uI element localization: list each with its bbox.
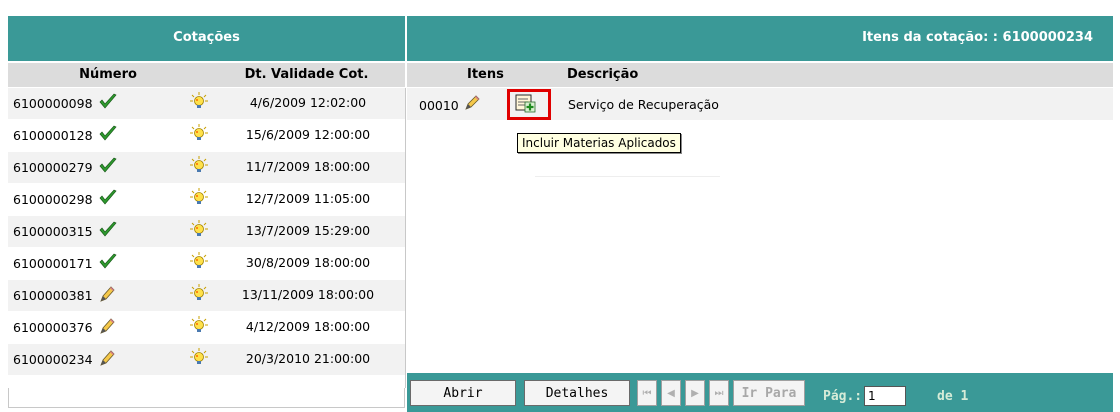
edit-pencil-icon[interactable]: [462, 93, 482, 113]
column-descricao[interactable]: Descrição: [567, 67, 638, 82]
cotacao-validade: 12/7/2009 11:05:00: [245, 191, 371, 206]
cotacao-numero: 6100000376: [13, 320, 93, 335]
add-materials-icon[interactable]: [515, 94, 537, 114]
cotacao-numero: 6100000128: [13, 128, 93, 143]
table-row[interactable]: 6100000279 11/7/2009 18:00:00: [8, 152, 405, 184]
cotacao-validade: 4/6/2009 12:02:00: [249, 95, 367, 110]
itens-column-header: Itens Descrição: [407, 63, 1113, 87]
cotacao-numero: 6100000234: [13, 352, 93, 367]
lightbulb-icon[interactable]: [190, 220, 208, 238]
cotacao-validade: 15/6/2009 12:00:00: [245, 127, 371, 142]
cotacao-validade: 20/3/2010 21:00:00: [245, 351, 371, 366]
itens-title: Itens da cotação: : 6100000234: [862, 30, 1093, 45]
cotacao-validade: 13/11/2009 18:00:00: [241, 287, 375, 302]
next-page-icon: ▶: [691, 387, 699, 399]
pag-label: Pág.:: [823, 389, 863, 404]
item-descricao: Serviço de Recuperação: [568, 97, 719, 112]
table-row[interactable]: 6100000234 20/3/2010 21:00:00: [8, 344, 405, 376]
pencil-icon[interactable]: [98, 285, 118, 303]
itens-header: Itens da cotação: : 6100000234: [407, 16, 1113, 61]
check-icon[interactable]: [98, 125, 118, 143]
cotacao-numero: 6100000279: [13, 160, 93, 175]
check-icon[interactable]: [98, 93, 118, 111]
lightbulb-icon[interactable]: [190, 284, 208, 302]
cotacoes-title: Cotações: [173, 30, 240, 45]
table-row[interactable]: 6100000128 15/6/2009 12:00:00: [8, 120, 405, 152]
cotacao-numero: 6100000381: [13, 288, 93, 303]
cotacao-validade: 4/12/2009 18:00:00: [245, 319, 371, 334]
pencil-icon[interactable]: [98, 349, 118, 367]
cotacao-numero: 6100000171: [13, 256, 93, 271]
pencil-icon[interactable]: [98, 317, 118, 335]
itens-table: 00010 Serviço de Recuperação Incluir Mat…: [407, 88, 1113, 373]
nav-prev-button[interactable]: ◀: [661, 380, 681, 406]
tooltip-text: Incluir Materias Aplicados: [522, 136, 676, 150]
lightbulb-icon[interactable]: [190, 92, 208, 110]
abrir-button[interactable]: Abrir: [410, 380, 516, 406]
column-numero[interactable]: Número: [8, 67, 208, 82]
lightbulb-icon[interactable]: [190, 252, 208, 270]
check-icon[interactable]: [98, 253, 118, 271]
lightbulb-icon[interactable]: [190, 156, 208, 174]
cotacao-numero: 6100000315: [13, 224, 93, 239]
detalhes-button[interactable]: Detalhes: [524, 380, 630, 406]
column-validade[interactable]: Dt. Validade Cot.: [208, 67, 405, 82]
cotacao-validade: 11/7/2009 18:00:00: [245, 159, 371, 174]
nav-first-button[interactable]: ⏮: [637, 380, 657, 406]
first-page-icon: ⏮: [642, 387, 652, 399]
lightbulb-icon[interactable]: [190, 348, 208, 366]
column-itens[interactable]: Itens: [467, 67, 504, 82]
cotacao-numero: 6100000098: [13, 96, 93, 111]
table-row[interactable]: 6100000381 13/11/2009 18:00:00: [8, 280, 405, 312]
page-input[interactable]: [864, 386, 906, 406]
cotacoes-bottom-border: [8, 388, 405, 408]
prev-page-icon: ◀: [667, 387, 675, 399]
nav-last-button[interactable]: ⏭: [709, 380, 729, 406]
cotacao-numero: 6100000298: [13, 192, 93, 207]
cotacoes-table: 6100000098 4/6/2009 12:02:00 6100000128 15/…: [8, 88, 406, 388]
lightbulb-icon[interactable]: [190, 316, 208, 334]
table-row[interactable]: 6100000376 4/12/2009 18:00:00: [8, 312, 405, 344]
table-row[interactable]: 6100000098 4/6/2009 12:02:00: [8, 88, 405, 120]
tooltip-shadow-line: [535, 176, 720, 177]
lightbulb-icon[interactable]: [190, 124, 208, 142]
lightbulb-icon[interactable]: [190, 188, 208, 206]
ir-para-button[interactable]: Ir Para: [733, 380, 805, 406]
total-pages-label: de 1: [937, 389, 969, 404]
table-row[interactable]: 6100000298 12/7/2009 11:05:00: [8, 184, 405, 216]
check-icon[interactable]: [98, 189, 118, 207]
cotacao-validade: 13/7/2009 15:29:00: [245, 223, 371, 238]
table-row[interactable]: 6100000315 13/7/2009 15:29:00: [8, 216, 405, 248]
table-row[interactable]: 6100000171 30/8/2009 18:00:00: [8, 248, 405, 280]
cotacao-validade: 30/8/2009 18:00:00: [245, 255, 371, 270]
check-icon[interactable]: [98, 221, 118, 239]
nav-next-button[interactable]: ▶: [685, 380, 705, 406]
check-icon[interactable]: [98, 157, 118, 175]
tooltip: Incluir Materias Aplicados: [517, 133, 681, 153]
cotacoes-header: Cotações: [8, 16, 405, 61]
item-number: 00010: [419, 98, 459, 113]
last-page-icon: ⏭: [714, 387, 724, 399]
cotacoes-column-header: Número Dt. Validade Cot.: [8, 63, 405, 87]
item-row[interactable]: 00010 Serviço de Recuperação: [407, 88, 1113, 121]
